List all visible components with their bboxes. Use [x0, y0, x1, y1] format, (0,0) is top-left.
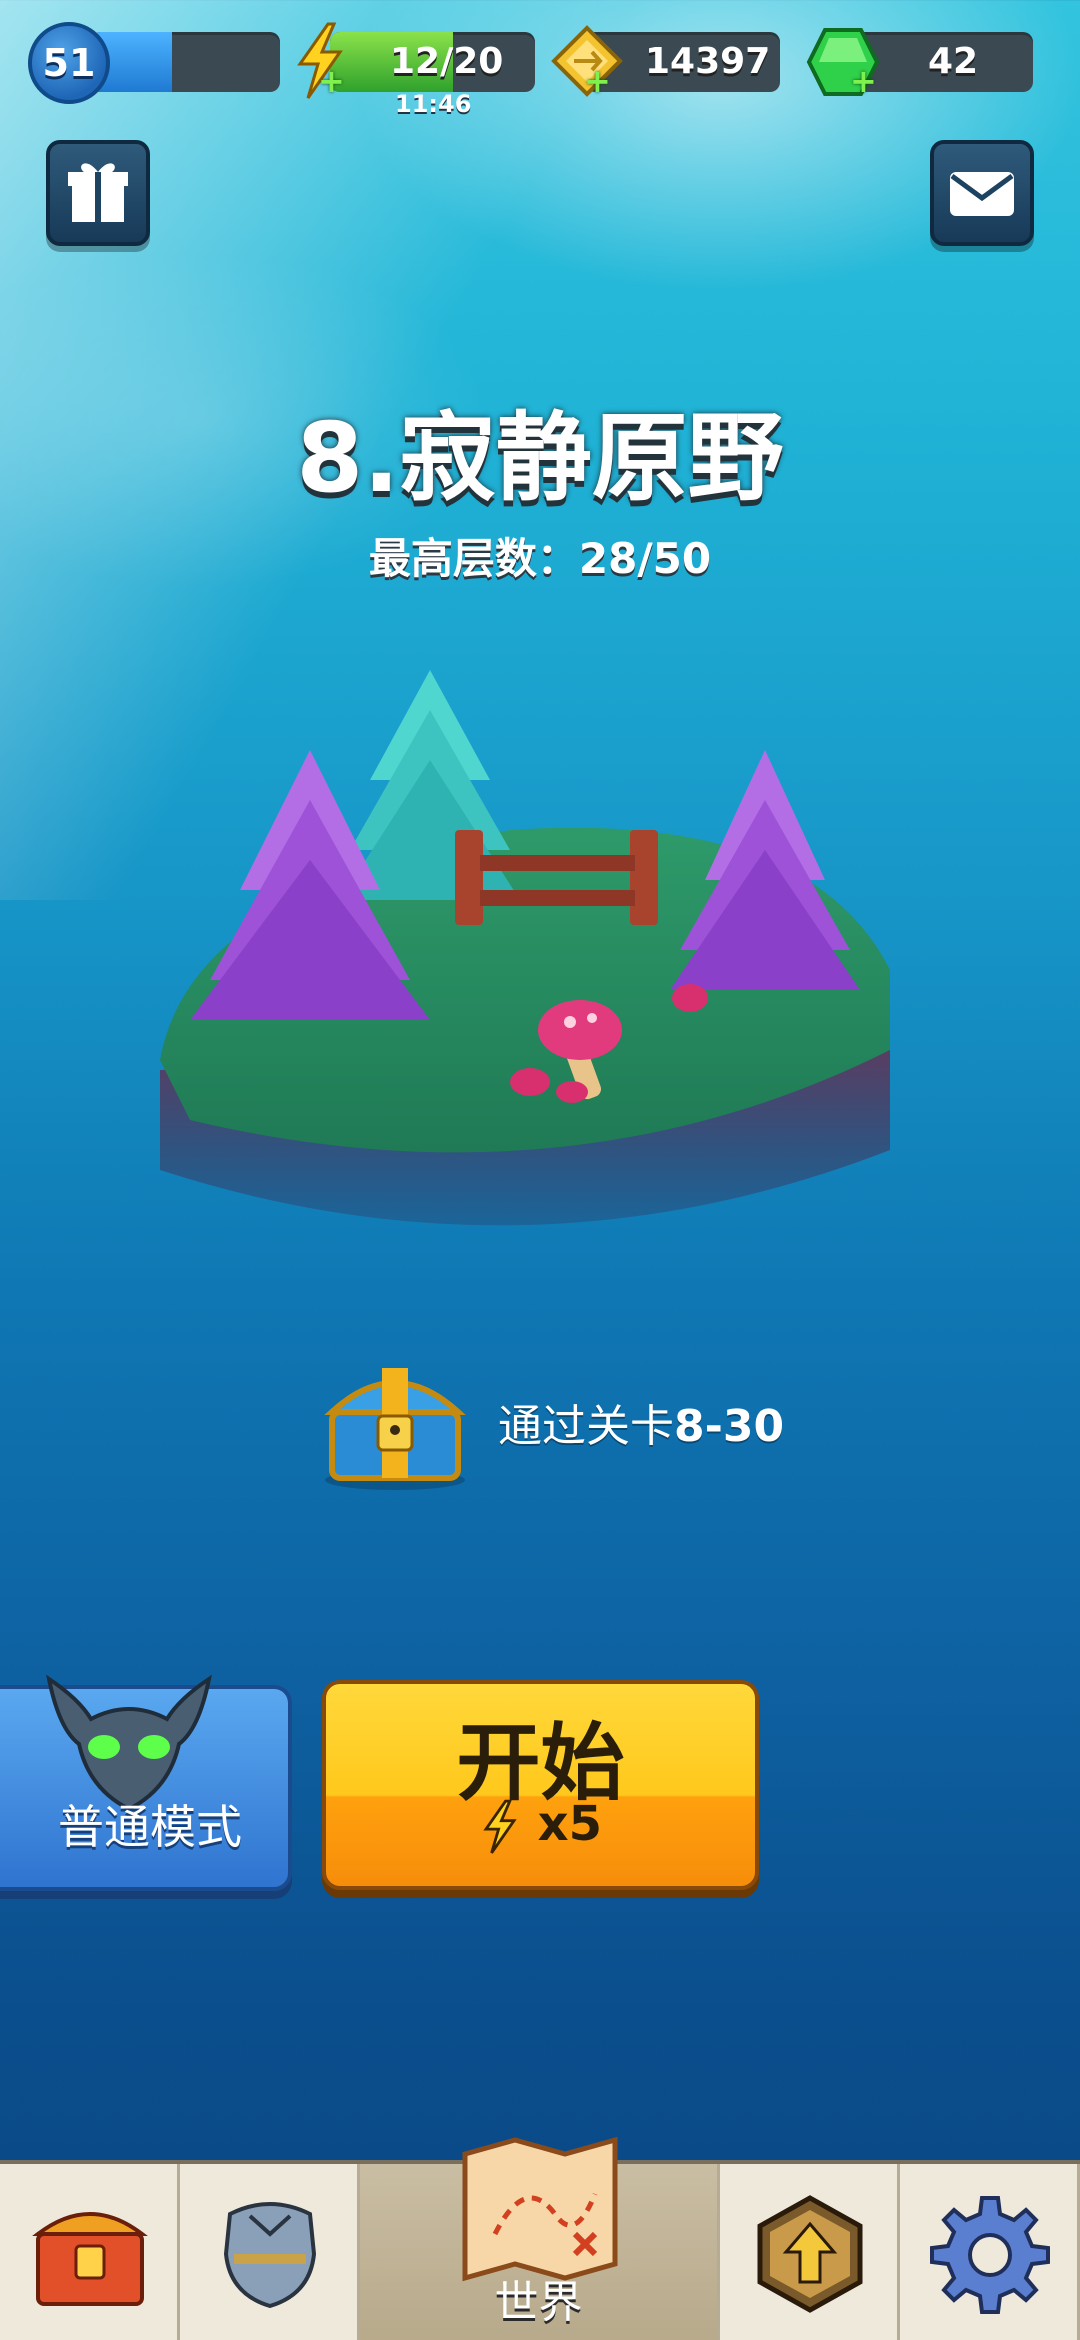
stage-name: 寂静原野 — [399, 402, 784, 514]
stage-island-illustration[interactable] — [150, 650, 910, 1290]
treasure-chest-icon[interactable] — [320, 1350, 470, 1490]
mode-button[interactable]: 普通模式 — [0, 1674, 292, 1891]
add-energy-icon[interactable]: + — [318, 65, 345, 97]
gold-value: 14397 — [645, 41, 771, 82]
player-level-badge[interactable]: 51 — [28, 22, 110, 104]
nav-item-armor[interactable] — [180, 2164, 360, 2340]
nav-label-world: 世界 — [494, 2277, 583, 2328]
nav-item-chest[interactable] — [0, 2164, 180, 2340]
energy-bar[interactable]: 12/20 — [330, 32, 535, 92]
gift-button[interactable] — [46, 140, 150, 246]
energy-value: 12/20 — [390, 41, 504, 82]
gift-icon — [68, 163, 128, 222]
reward-prefix: 通过关卡 — [498, 1401, 674, 1452]
top-hud: 51 12/20 + 11:46 14397 + 42 + — [0, 22, 1080, 132]
nav-item-settings[interactable] — [900, 2164, 1080, 2340]
nav-item-upgrade[interactable] — [720, 2164, 900, 2340]
reward-level: 8-30 — [674, 1401, 785, 1452]
start-cost-value: x5 — [537, 1796, 603, 1852]
armor-icon — [223, 2202, 317, 2309]
stage-reward: 通过关卡8-30 — [320, 1340, 920, 1500]
start-cost: x5 — [326, 1796, 755, 1855]
reward-condition: 通过关卡8-30 — [498, 1390, 784, 1454]
nav-item-world[interactable]: 世界 — [360, 2136, 720, 2340]
stage-number: 8. — [296, 402, 400, 514]
max-floors-text: 最高层数：28/50 — [368, 534, 712, 583]
mode-label: 普通模式 — [58, 1800, 242, 1854]
mail-icon — [950, 172, 1014, 216]
energy-bolt-icon — [483, 1799, 517, 1854]
stage-title: 8.寂静原野 — [0, 380, 1080, 519]
mail-button[interactable] — [930, 140, 1034, 246]
upgrade-icon — [757, 2195, 863, 2313]
gear-icon — [930, 2196, 1050, 2314]
chest-icon — [32, 2212, 148, 2306]
start-button[interactable]: 开始 x5 — [322, 1680, 759, 1890]
xp-bar — [90, 32, 280, 92]
bottom-nav: 世界 — [0, 2136, 1080, 2340]
energy-timer: 11:46 — [395, 90, 472, 118]
gem-value: 42 — [928, 41, 979, 82]
add-gems-icon[interactable]: + — [850, 65, 877, 97]
add-gold-icon[interactable]: + — [584, 65, 611, 97]
